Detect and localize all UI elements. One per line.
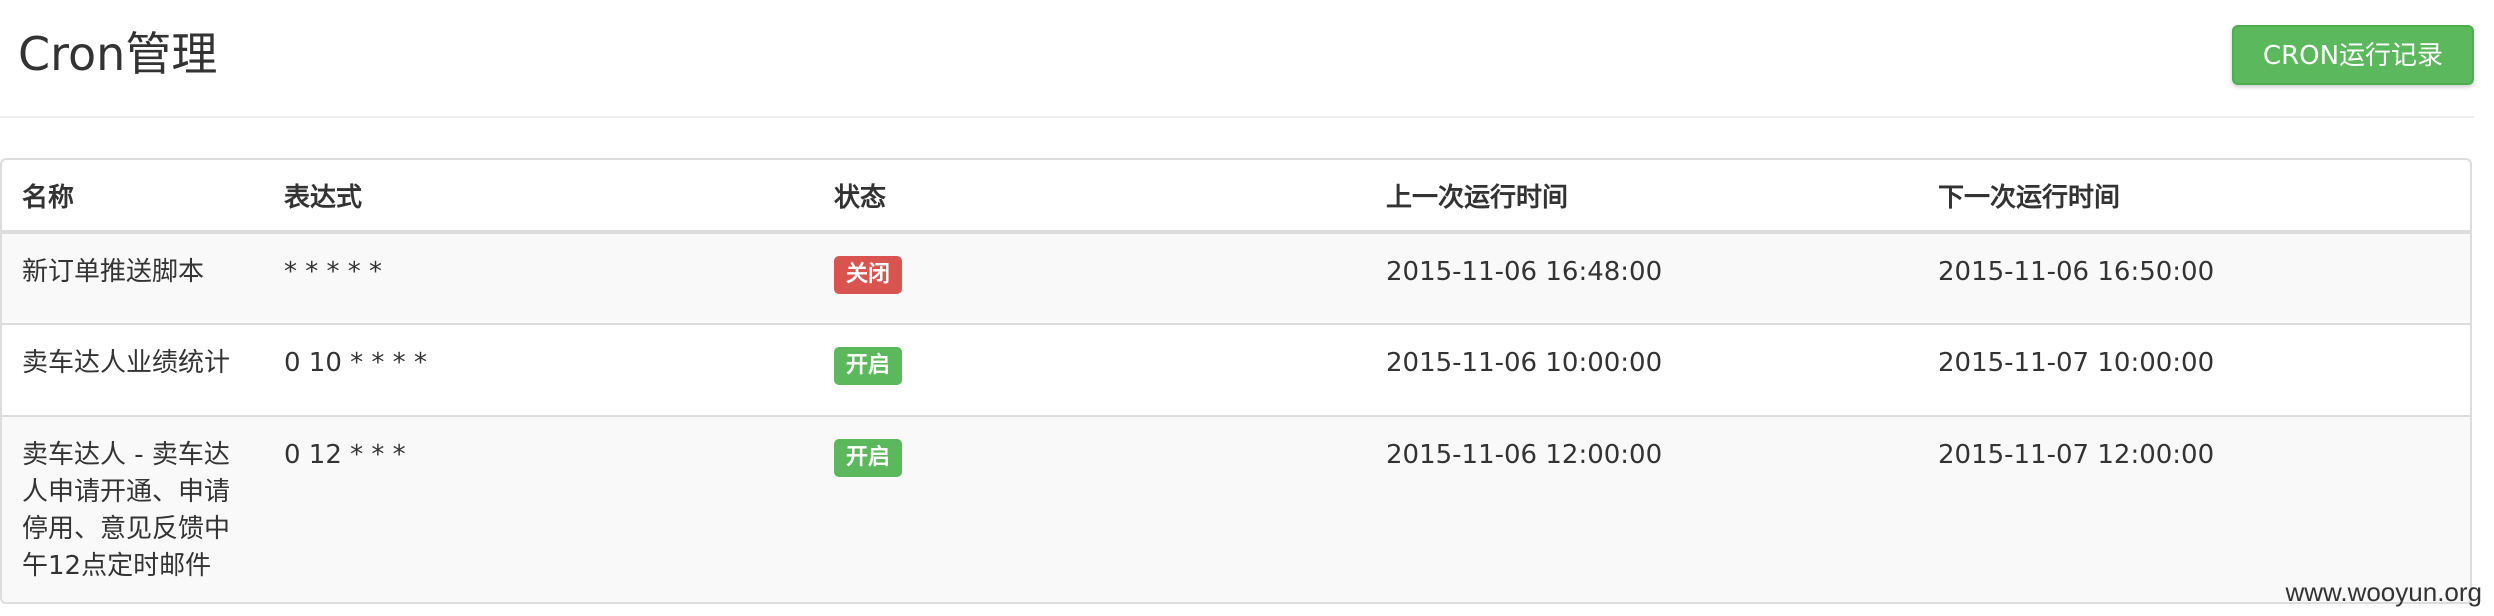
last-run-time: 2015-11-06 16:48:00 (1366, 232, 1918, 325)
table-header-row: 名称 表达式 状态 上一次运行时间 下一次运行时间 (2, 160, 2470, 234)
next-run-time: 2015-11-06 16:50:00 (1918, 232, 2470, 325)
status-cell: 开启 (814, 416, 1366, 602)
watermark: www.wooyun.org (2285, 577, 2482, 607)
cron-name: 卖车达人 - 卖车达人申请开通、申请停用、意见反馈中午12点定时邮件 (2, 416, 264, 602)
page-header: Cron管理 CRON运行记录 (0, 0, 2474, 118)
table-row: 卖车达人 - 卖车达人申请开通、申请停用、意见反馈中午12点定时邮件 0 12 … (2, 416, 2470, 602)
last-run-time: 2015-11-06 12:00:00 (1366, 416, 1918, 602)
table-row: 新订单推送脚本 * * * * * 关闭 2015-11-06 16:48:00… (2, 232, 2470, 325)
cron-expression: 0 10 * * * * (264, 324, 814, 417)
status-badge[interactable]: 关闭 (834, 256, 903, 294)
status-cell: 关闭 (814, 232, 1366, 325)
column-header-next-run: 下一次运行时间 (1918, 160, 2470, 234)
cron-expression: 0 12 * * * (264, 416, 814, 602)
column-header-expression: 表达式 (264, 160, 814, 234)
cron-name: 卖车达人业绩统计 (2, 324, 264, 417)
column-header-status: 状态 (814, 160, 1366, 234)
cron-management-page: Cron管理 CRON运行记录 名称 表达式 状态 上一次运行时间 下一次运行时… (0, 0, 2494, 616)
next-run-time: 2015-11-07 10:00:00 (1918, 324, 2470, 417)
status-badge[interactable]: 开启 (834, 347, 903, 385)
table-row: 卖车达人业绩统计 0 10 * * * * 开启 2015-11-06 10:0… (2, 324, 2470, 417)
cron-name: 新订单推送脚本 (2, 232, 264, 325)
cron-table: 名称 表达式 状态 上一次运行时间 下一次运行时间 新订单推送脚本 * * * … (2, 160, 2470, 602)
cron-expression: * * * * * (264, 232, 814, 325)
page-title: Cron管理 (18, 27, 218, 81)
column-header-name: 名称 (2, 160, 264, 234)
next-run-time: 2015-11-07 12:00:00 (1918, 416, 2470, 602)
cron-table-panel: 名称 表达式 状态 上一次运行时间 下一次运行时间 新订单推送脚本 * * * … (0, 158, 2472, 604)
last-run-time: 2015-11-06 10:00:00 (1366, 324, 1918, 417)
status-badge[interactable]: 开启 (834, 439, 903, 477)
column-header-last-run: 上一次运行时间 (1366, 160, 1918, 234)
status-cell: 开启 (814, 324, 1366, 417)
cron-run-log-button[interactable]: CRON运行记录 (2232, 25, 2474, 85)
